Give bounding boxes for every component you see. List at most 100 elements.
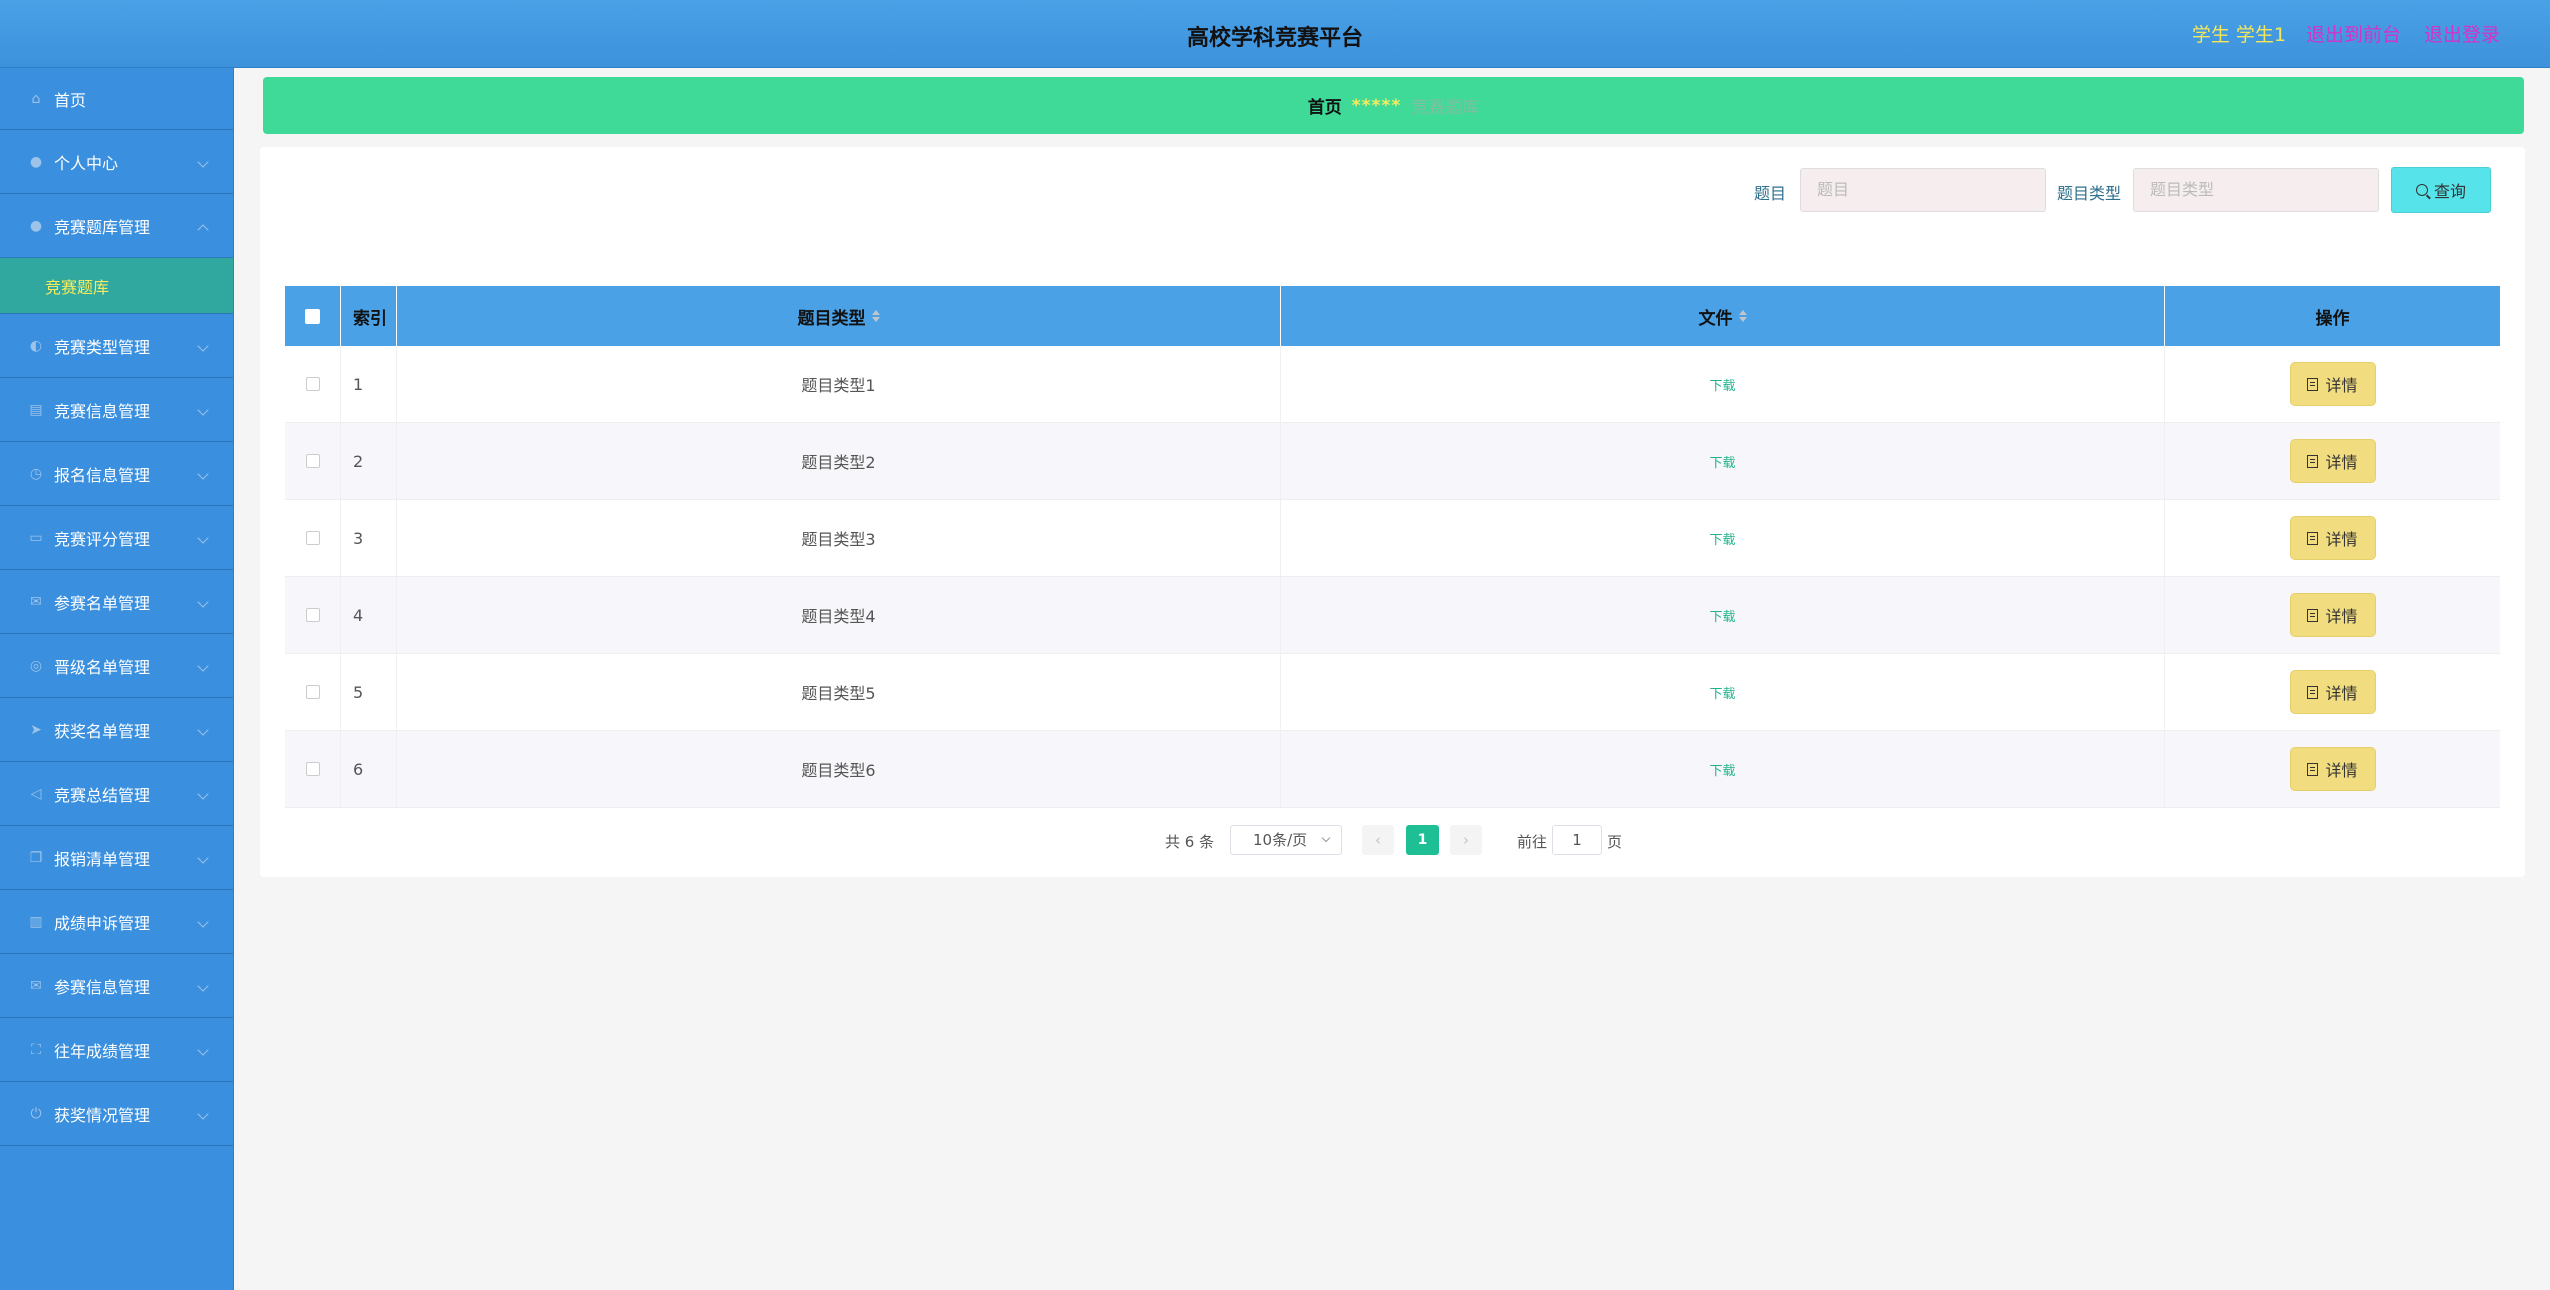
detail-button[interactable]: 详情 [2289, 516, 2376, 560]
next-page-button[interactable]: › [1450, 825, 1482, 855]
row-checkbox[interactable] [305, 762, 320, 776]
breadcrumb-home[interactable]: 首页 [1308, 93, 1342, 118]
header-type-label: 题目类型 [797, 308, 866, 329]
sidebar-item-signup[interactable]: ◷ 报名信息管理 [0, 442, 233, 506]
sidebar-item-info[interactable]: ▤ 竞赛信息管理 [0, 378, 233, 442]
row-checkbox[interactable] [305, 608, 320, 622]
page-number-current[interactable]: 1 [1406, 825, 1439, 855]
sidebar-item-history[interactable]: ⛶ 往年成绩管理 [0, 1018, 233, 1082]
chevron-down-icon [197, 468, 209, 480]
sidebar-item-appeal[interactable]: ▥ 成绩申诉管理 [0, 890, 233, 954]
document-icon [2307, 685, 2319, 699]
row-checkbox[interactable] [305, 531, 320, 545]
user-icon: ● [29, 153, 43, 170]
table-row: 5 题目类型5 下载 详情 [285, 654, 2500, 731]
sidebar-subitem-question-bank[interactable]: 竞赛题库 [0, 258, 233, 314]
download-link[interactable]: 下载 [1709, 529, 1735, 548]
header-index: 索引 [341, 286, 397, 346]
download-link[interactable]: 下载 [1709, 375, 1735, 394]
sidebar-item-label: 竞赛信息管理 [54, 401, 151, 421]
send-icon: ➤ [30, 721, 42, 738]
row-check-cell [285, 731, 341, 807]
prev-page-button[interactable]: ‹ [1362, 825, 1394, 855]
row-index: 2 [341, 423, 397, 499]
sidebar-item-profile[interactable]: ● 个人中心 [0, 130, 233, 194]
sidebar-item-label: 个人中心 [54, 153, 119, 173]
title-field-label: 题目 [1754, 184, 1787, 203]
power-icon: ⏻ [30, 1105, 42, 1122]
sidebar-item-label: 参赛名单管理 [54, 593, 151, 613]
mail-icon: ✉ [30, 593, 42, 610]
logout-link[interactable]: 退出登录 [2424, 20, 2500, 47]
row-checkbox[interactable] [305, 454, 320, 468]
page-size-select[interactable]: 10条/页 [1230, 825, 1342, 855]
header-type[interactable]: 题目类型 [397, 286, 1281, 346]
document-icon [2307, 608, 2319, 622]
type-search-input[interactable]: 题目类型 [2133, 168, 2379, 212]
search-button[interactable]: 查询 [2391, 167, 2491, 213]
select-all-checkbox[interactable] [305, 308, 320, 324]
sidebar-item-reimbursement[interactable]: ❐ 报销清单管理 [0, 826, 233, 890]
goto-page-input[interactable]: 1 [1552, 825, 1602, 855]
row-type: 题目类型6 [397, 731, 1281, 807]
chevron-down-icon [197, 596, 209, 608]
chevron-down-icon [197, 532, 209, 544]
pagination-total: 共 6 条 [1165, 833, 1215, 851]
sidebar-item-type[interactable]: ◐ 竞赛类型管理 [0, 314, 233, 378]
row-file-cell: 下载 [1281, 423, 2165, 499]
row-checkbox[interactable] [305, 685, 320, 699]
row-check-cell [285, 577, 341, 653]
row-type: 题目类型3 [397, 500, 1281, 576]
row-checkbox[interactable] [305, 377, 320, 391]
sidebar-item-promotion[interactable]: ◎ 晋级名单管理 [0, 634, 233, 698]
sidebar-item-score[interactable]: ▭ 竞赛评分管理 [0, 506, 233, 570]
table-row: 6 题目类型6 下载 详情 [285, 731, 2500, 808]
detail-button[interactable]: 详情 [2289, 439, 2376, 483]
title-search-input[interactable]: 题目 [1800, 168, 2046, 212]
row-file-cell: 下载 [1281, 731, 2165, 807]
back-to-front-link[interactable]: 退出到前台 [2306, 20, 2401, 47]
sidebar-item-label: 往年成绩管理 [54, 1041, 151, 1061]
row-file-cell: 下载 [1281, 346, 2165, 422]
sidebar-item-participation[interactable]: ✉ 参赛信息管理 [0, 954, 233, 1018]
sidebar-item-label: 竞赛总结管理 [54, 785, 151, 805]
select-all-cell [285, 286, 341, 346]
site-title: 高校学科竞赛平台 [1186, 26, 1363, 51]
detail-button[interactable]: 详情 [2289, 670, 2376, 714]
sidebar-item-participants[interactable]: ✉ 参赛名单管理 [0, 570, 233, 634]
sort-icon[interactable] [871, 310, 880, 322]
header-op: 操作 [2315, 308, 2350, 329]
sidebar-item-home[interactable]: ⌂ 首页 [0, 68, 233, 130]
download-link[interactable]: 下载 [1709, 760, 1735, 779]
top-header: 高校学科竞赛平台 学生 学生1 退出到前台 退出登录 [0, 0, 2550, 68]
row-type: 题目类型1 [397, 346, 1281, 422]
detail-button-label: 详情 [2325, 376, 2358, 395]
row-index: 6 [341, 731, 397, 807]
row-index: 5 [341, 654, 397, 730]
header-file-label: 文件 [1698, 308, 1733, 329]
header-file[interactable]: 文件 [1281, 286, 2165, 346]
sort-icon[interactable] [1738, 310, 1747, 322]
fullscreen-icon: ⛶ [31, 1041, 41, 1058]
sidebar-item-label: 获奖名单管理 [54, 721, 151, 741]
sidebar-item-question-bank[interactable]: ● 竞赛题库管理 [0, 194, 233, 258]
row-index: 3 [341, 500, 397, 576]
sidebar-item-summary[interactable]: ◁ 竞赛总结管理 [0, 762, 233, 826]
goto-label: 前往 [1517, 833, 1548, 851]
detail-button[interactable]: 详情 [2289, 593, 2376, 637]
sidebar-item-awards[interactable]: ➤ 获奖名单管理 [0, 698, 233, 762]
download-link[interactable]: 下载 [1709, 683, 1735, 702]
download-link[interactable]: 下载 [1709, 606, 1735, 625]
chevron-down-icon [197, 788, 209, 800]
chevron-down-icon [1321, 833, 1331, 843]
download-link[interactable]: 下载 [1709, 452, 1735, 471]
sidebar-item-award-status[interactable]: ⏻ 获奖情况管理 [0, 1082, 233, 1146]
sidebar-item-label: 竞赛评分管理 [54, 529, 151, 549]
detail-button[interactable]: 详情 [2289, 747, 2376, 791]
detail-button[interactable]: 详情 [2289, 362, 2376, 406]
row-op-cell: 详情 [2165, 500, 2500, 576]
chevron-right-icon: › [1463, 831, 1469, 849]
current-user: 学生 学生1 [2191, 24, 2286, 46]
chevron-left-icon: ‹ [1375, 831, 1381, 849]
chevron-down-icon [197, 1108, 209, 1120]
